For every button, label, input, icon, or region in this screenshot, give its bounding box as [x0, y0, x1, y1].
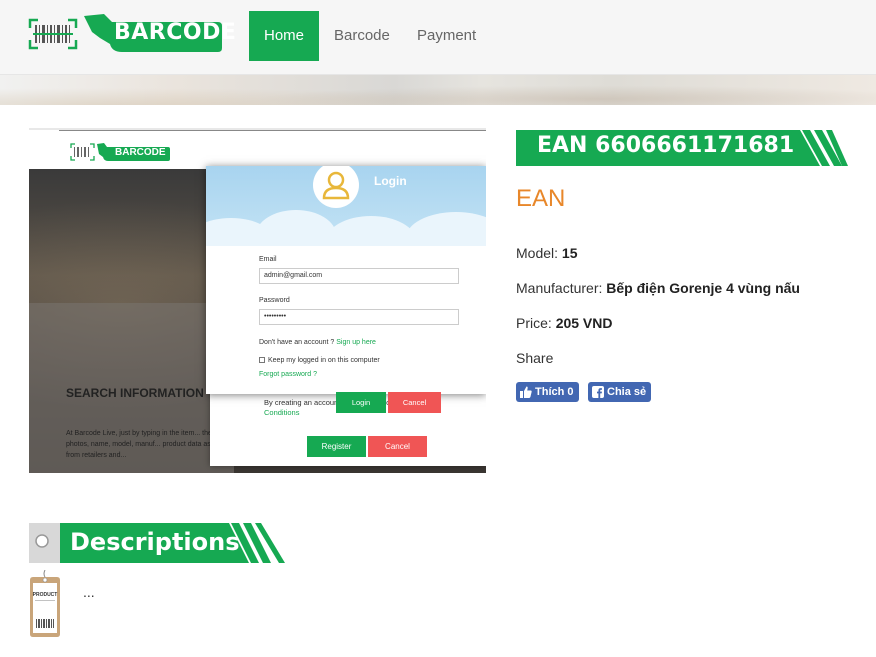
- screenshot-password-label: Password: [259, 297, 290, 304]
- screenshot-signup-prompt: Don't have an account ? Sign up here: [259, 339, 376, 346]
- like-label: Thích 0: [535, 386, 574, 398]
- manufacturer-value: Bếp điện Gorenje 4 vùng nấu: [606, 280, 800, 296]
- ean-title: EAN 6606661171681: [537, 133, 795, 158]
- price-row: Price: 205 VND: [516, 315, 613, 331]
- brand-logo[interactable]: BARCODE: [28, 14, 236, 52]
- nav-home[interactable]: Home: [249, 11, 320, 61]
- screenshot-login-button: Login: [336, 392, 386, 413]
- screenshot-password-field: •••••••••: [259, 309, 459, 325]
- screenshot-cancel-button: Cancel: [388, 392, 441, 413]
- hero-banner: [0, 75, 876, 105]
- code-type: EAN: [516, 185, 566, 212]
- price-label: Price:: [516, 315, 552, 331]
- barcode-scan-icon: [28, 18, 78, 50]
- manufacturer-label: Manufacturer:: [516, 280, 603, 296]
- facebook-share-button[interactable]: Chia sẻ: [588, 382, 652, 402]
- keep-logged-text: Keep my logged in on this computer: [268, 357, 380, 364]
- product-image: BARCODE SEARCH INFORMATION At Barcode Li…: [29, 128, 486, 473]
- screenshot-checkbox: [259, 357, 265, 363]
- price-value: 205 VND: [555, 315, 613, 331]
- screenshot-register-cancel-button: Cancel: [368, 436, 427, 457]
- no-account-text: Don't have an account ?: [259, 339, 335, 346]
- screenshot-login-header: Login: [206, 166, 486, 246]
- screenshot-avatar-icon: [313, 166, 359, 208]
- screenshot-keep-logged: Keep my logged in on this computer: [259, 357, 380, 364]
- facebook-icon: [592, 386, 604, 398]
- screenshot-register-button: Register: [307, 436, 366, 457]
- manufacturer-row: Manufacturer: Bếp điện Gorenje 4 vùng nấ…: [516, 280, 800, 296]
- navbar: BARCODE Home Barcode Payment: [0, 0, 876, 75]
- screenshot-login-panel: Login Email admin@gmail.com Password •••…: [206, 166, 486, 413]
- model-row: Model: 15: [516, 245, 578, 261]
- share-button-label: Chia sẻ: [607, 386, 647, 398]
- model-value: 15: [561, 245, 578, 261]
- nav-payment[interactable]: Payment: [402, 11, 491, 61]
- product-tag-label: PRODUCT: [33, 592, 58, 598]
- nav-barcode[interactable]: Barcode: [319, 11, 405, 61]
- thumbs-up-icon: [520, 386, 532, 398]
- screenshot-forgot-password: Forgot password ?: [259, 371, 317, 378]
- screenshot-navbar: BARCODE: [29, 128, 486, 169]
- signup-link: Sign up here: [336, 339, 376, 346]
- model-label: Model:: [516, 245, 559, 261]
- screenshot-brand: BARCODE: [115, 147, 166, 158]
- screenshot-login-title: Login: [374, 174, 407, 188]
- descriptions-title: Descriptions: [70, 528, 240, 556]
- screenshot-email-field: admin@gmail.com: [259, 268, 459, 284]
- descriptions-body: ...: [83, 584, 95, 600]
- screenshot-search-heading: SEARCH INFORMATION: [66, 386, 204, 400]
- screenshot-email-label: Email: [259, 256, 277, 263]
- brand-name: BARCODE: [114, 20, 237, 45]
- facebook-like-button[interactable]: Thích 0: [516, 382, 579, 402]
- share-label: Share: [516, 350, 554, 366]
- product-tag-icon: PRODUCT: [30, 570, 60, 637]
